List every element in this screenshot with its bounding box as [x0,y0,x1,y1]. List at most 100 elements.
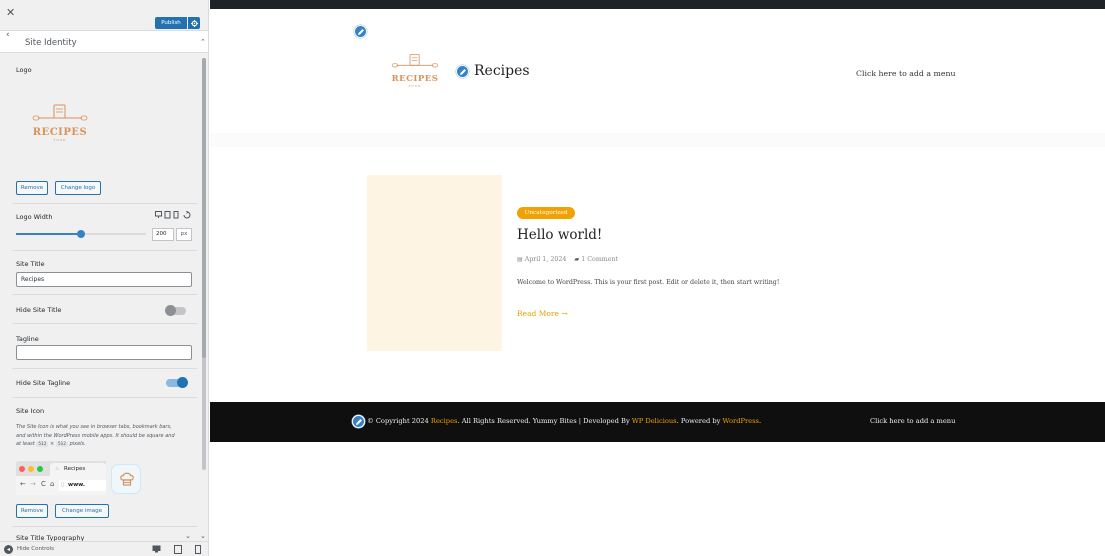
home-icon: ⌂ [50,480,55,488]
forward-arrow-icon: → [30,480,36,488]
window-maximize-dot [37,466,43,472]
change-logo-button[interactable]: Change logo [55,181,101,195]
scrollbar-thumb[interactable] [202,58,206,358]
chef-hat-icon [120,472,134,486]
site-title-label: Site Title [16,260,45,268]
category-badge[interactable]: Uncategorized [517,207,575,219]
browser-preview: ♨ Recipes ← → C ⌂ ▯ www. [16,461,106,495]
post-thumbnail[interactable] [367,175,502,351]
description-text: pixels. [67,441,86,447]
window-minimize-dot [28,466,34,472]
logo-preview-image[interactable]: RECIPES FOOD [30,103,90,149]
desktop-preview-icon[interactable] [152,545,161,553]
site-title-input[interactable]: Recipes [16,272,192,287]
reload-icon: C [41,480,46,488]
site-preview: RECIPES FOOD Recipes Click here to add a… [210,0,1105,556]
footer-copyright: © Copyright 2024 Recipes. All Rights Res… [367,417,761,425]
hide-controls-button[interactable]: Hide Controls [17,546,54,552]
rolling-pin-logo-icon [392,54,438,68]
tablet-preview-icon[interactable] [174,545,182,554]
description-line: at least 512 × 512 pixels. [16,440,198,450]
edit-shortcut-icon[interactable] [354,25,367,38]
publish-settings-button[interactable] [188,17,200,29]
unit-selector[interactable]: px [176,228,192,241]
divider [12,526,197,527]
browser-tab-label: Recipes [64,466,86,472]
read-more-link[interactable]: Read More → [517,309,568,318]
divider [12,397,197,398]
tagline-input[interactable] [16,345,192,360]
close-icon[interactable]: ✕ [6,6,15,19]
desktop-icon[interactable] [155,211,162,219]
size-code: 512 [55,442,68,447]
hide-site-title-label: Hide Site Title [16,306,62,314]
copyright-text: © Copyright 2024 [367,417,431,425]
wordpress-link[interactable]: WordPress [723,417,759,425]
size-code: 512 [36,442,49,447]
edit-title-shortcut-icon[interactable] [456,65,469,78]
window-close-dot [19,466,25,472]
copyright-text: . Powered by [676,417,723,425]
tagline-label: Tagline [16,335,39,343]
site-footer: © Copyright 2024 Recipes. All Rights Res… [210,402,1105,442]
post-title[interactable]: Hello world! [517,227,602,243]
address-url: www. [68,482,85,488]
site-icon-label: Site Icon [16,407,45,415]
hide-site-title-toggle[interactable] [165,305,186,316]
favicon-icon: ♨ [55,466,60,472]
header-logo[interactable]: RECIPES FOOD [390,52,440,94]
divider [12,294,197,295]
slider-handle[interactable] [77,230,85,238]
page-icon: ▯ [61,482,65,488]
header-menu-placeholder[interactable]: Click here to add a menu [856,69,956,78]
edit-footer-shortcut-icon[interactable] [352,415,365,428]
publish-button[interactable]: Publish [155,17,187,29]
divider [12,250,197,251]
device-switcher [155,210,193,221]
divider [12,368,197,369]
copyright-site-link[interactable]: Recipes [431,417,458,425]
sidebar-scrollbar[interactable] [202,58,206,470]
post-excerpt: Welcome to WordPress. This is your first… [517,279,780,286]
logo-subtext: FOOD [408,84,422,88]
toggle-knob [165,305,176,316]
logo-width-input[interactable]: 200 [152,228,174,241]
logo-wordmark: RECIPES [391,74,439,84]
developer-link[interactable]: WP Delicious [632,417,677,425]
chevron-up-icon[interactable]: ⌃ [200,38,206,46]
logo-width-label: Logo Width [16,213,53,221]
calendar-icon: ▤ [517,256,523,263]
reset-icon[interactable] [183,210,191,219]
browser-tab: ♨ Recipes [50,463,106,476]
description-line: The Site Icon is what you see in browser… [16,424,172,430]
post-date[interactable]: April 1, 2024 [525,256,567,263]
logo-width-slider[interactable] [16,230,146,238]
chevron-down-icon[interactable]: ⌄ [185,532,191,540]
remove-logo-button[interactable]: Remove [16,181,48,195]
hide-tagline-toggle[interactable] [166,377,188,388]
section-title: Site Identity [25,38,77,48]
tablet-icon[interactable] [164,211,171,219]
times-sign: × [50,441,55,447]
address-bar: ▯ www. [59,480,106,491]
customizer-sidebar: ✕ Publish ‹ Site Identity ⌃ Logo RECIPES… [0,0,209,556]
description-text: at least [16,441,37,447]
remove-site-icon-button[interactable]: Remove [16,504,48,518]
collapse-arrow-icon[interactable]: ◂ [4,545,13,554]
back-arrow-icon: ← [20,480,26,488]
logo-wordmark: RECIPES [32,127,88,138]
footer-menu-placeholder[interactable]: Click here to add a menu [870,417,955,425]
post-comments[interactable]: 1 Comment [581,256,618,263]
change-image-button[interactable]: Change image [55,504,109,518]
mobile-icon[interactable] [173,211,179,219]
site-icon-app-preview[interactable] [111,464,141,494]
site-title[interactable]: Recipes [474,63,530,79]
back-chevron-icon[interactable]: ‹ [6,31,10,40]
gear-icon [190,19,198,27]
site-icon-description: The Site Icon is what you see in browser… [16,423,198,450]
divider [12,323,197,324]
mobile-preview-icon[interactable] [195,545,201,554]
rolling-pin-logo-icon [32,104,88,121]
toggle-knob [177,377,188,388]
scroll-down-icon[interactable]: ⌄ [200,532,206,540]
